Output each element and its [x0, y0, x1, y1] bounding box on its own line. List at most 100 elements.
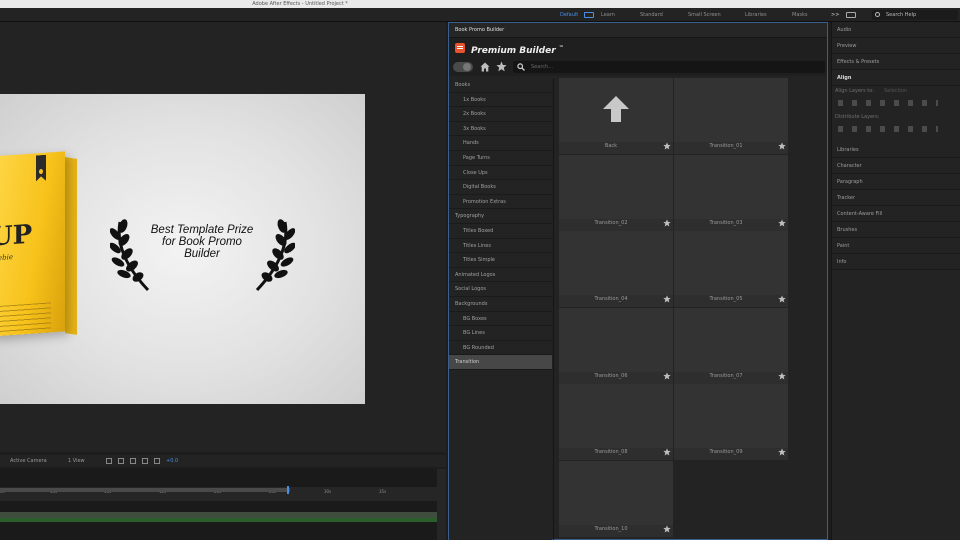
panel-item-character[interactable]: Character	[832, 158, 960, 174]
category-item[interactable]: Backgrounds	[449, 297, 552, 312]
favorite-star-icon[interactable]	[663, 142, 671, 150]
favorite-star-icon[interactable]	[778, 295, 786, 303]
align-layers-to-dropdown[interactable]: Selection	[884, 88, 907, 94]
preset-tile[interactable]: Transition_07	[674, 307, 788, 384]
panel-item-content-aware-fill[interactable]: Content-Aware Fill	[832, 206, 960, 222]
category-item[interactable]: Transition	[449, 355, 552, 370]
preset-tile[interactable]: Transition_10	[559, 460, 673, 537]
category-item[interactable]: 3x Books	[449, 122, 552, 137]
category-item[interactable]: BG Lines	[449, 326, 552, 341]
timeline-scrollbar[interactable]	[437, 469, 446, 540]
panel-layout-icon[interactable]	[846, 12, 856, 18]
category-item[interactable]: Titles Boxed	[449, 224, 552, 239]
panel-tab[interactable]: Book Promo Builder	[449, 23, 827, 38]
workspace-tab-default[interactable]: Default	[560, 8, 578, 22]
preset-tile[interactable]: Transition_01	[674, 78, 788, 154]
workspace-overflow-icon[interactable]: >>	[831, 8, 839, 22]
category-item[interactable]: BG Rounded	[449, 341, 552, 356]
favorite-star-icon[interactable]	[778, 448, 786, 456]
workspace-menu-icon[interactable]	[584, 12, 594, 18]
category-item[interactable]: Titles Lines	[449, 239, 552, 254]
preset-tile[interactable]: Transition_04	[559, 231, 673, 307]
panel-item-paragraph[interactable]: Paragraph	[832, 174, 960, 190]
window-title: Adobe After Effects - Untitled Project *	[252, 1, 348, 7]
flowchart-icon[interactable]	[142, 458, 148, 464]
panel-item-paint[interactable]: Paint	[832, 238, 960, 254]
category-item[interactable]: Animated Logos	[449, 268, 552, 283]
panel-item-effects-presets[interactable]: Effects & Presets	[832, 54, 960, 70]
align-buttons[interactable]	[838, 100, 938, 106]
search-field[interactable]	[513, 61, 825, 73]
category-item[interactable]: Digital Books	[449, 180, 552, 195]
composition-canvas[interactable]: UP ebie Best Template Prize for Book Pro…	[0, 94, 365, 404]
panel-item-preview[interactable]: Preview	[832, 38, 960, 54]
preset-tile[interactable]: Transition_08	[559, 384, 673, 460]
category-item[interactable]: Hands	[449, 136, 552, 151]
favorite-star-icon[interactable]	[663, 371, 671, 380]
favorite-star-icon[interactable]	[778, 142, 786, 150]
preset-tile[interactable]: Transition_02	[559, 154, 673, 231]
exposure-value[interactable]: +0.0	[166, 455, 178, 467]
work-area-bar[interactable]	[0, 488, 290, 492]
book-title: UP	[0, 219, 33, 253]
search-input[interactable]	[531, 61, 811, 73]
favorite-star-icon[interactable]	[663, 218, 671, 227]
panel-toolbar	[449, 58, 827, 76]
channel-icon[interactable]	[130, 458, 136, 464]
book-promo-builder-panel: Book Promo Builder Premium Builder ™ Boo…	[448, 22, 828, 540]
book-text-lines	[0, 302, 51, 337]
workspace-tab-masks[interactable]: Masks	[792, 8, 807, 22]
book-mockup: UP ebie	[0, 151, 65, 337]
favorite-star-icon[interactable]	[663, 448, 671, 456]
favorite-star-icon[interactable]	[663, 295, 671, 303]
layer-duration-bar[interactable]	[0, 518, 437, 522]
tile-thumbnail	[674, 154, 788, 219]
camera-dropdown[interactable]: Active Camera	[10, 455, 47, 467]
favorite-star-icon[interactable]	[778, 218, 786, 227]
workspace-tab-standard[interactable]: Standard	[640, 8, 663, 22]
grid-icon[interactable]	[106, 458, 112, 464]
category-item[interactable]: 1x Books	[449, 93, 552, 108]
category-item[interactable]: Promotion Extras	[449, 195, 552, 210]
panel-item-align[interactable]: Align	[832, 70, 960, 86]
playhead[interactable]	[287, 486, 289, 494]
book-subtitle: ebie	[0, 253, 14, 263]
preset-tile[interactable]: Transition_06	[559, 307, 673, 384]
workspace-tab-libraries[interactable]: Libraries	[745, 8, 767, 22]
category-item[interactable]: Typography	[449, 209, 552, 224]
category-item[interactable]: 2x Books	[449, 107, 552, 122]
favorites-star-icon[interactable]	[496, 61, 507, 72]
workspace-tab-small-screen[interactable]: Small Screen	[688, 8, 721, 22]
panel-item-brushes[interactable]: Brushes	[832, 222, 960, 238]
panel-divider	[553, 78, 554, 540]
preset-tile[interactable]: Transition_03	[674, 154, 788, 231]
back-tile[interactable]: Back	[559, 78, 673, 154]
tile-thumbnail	[559, 231, 673, 295]
category-item[interactable]: BG Boxes	[449, 312, 552, 327]
panel-item-info[interactable]: Info	[832, 254, 960, 270]
book-spine	[65, 157, 77, 335]
fast-preview-icon[interactable]	[154, 458, 160, 464]
panel-item-tracker[interactable]: Tracker	[832, 190, 960, 206]
tile-thumbnail	[674, 384, 788, 448]
view-layout-dropdown[interactable]: 1 View	[68, 455, 85, 467]
category-item[interactable]: Books	[449, 78, 552, 93]
tile-label: Transition_03	[709, 219, 743, 226]
panel-item-libraries[interactable]: Libraries	[832, 142, 960, 158]
distribute-buttons[interactable]	[838, 126, 938, 132]
category-item[interactable]: Social Logos	[449, 282, 552, 297]
workspace-tab-learn[interactable]: Learn	[601, 8, 615, 22]
snapshot-icon[interactable]	[118, 458, 124, 464]
home-icon[interactable]	[480, 62, 490, 72]
panel-item-audio[interactable]: Audio	[832, 22, 960, 38]
preset-tile[interactable]: Transition_09	[674, 384, 788, 460]
category-item[interactable]: Page Turns	[449, 151, 552, 166]
category-item[interactable]: Titles Simple	[449, 253, 552, 268]
search-help-field[interactable]: Search Help	[872, 10, 958, 20]
view-toggle[interactable]	[453, 62, 473, 72]
tile-thumbnail	[559, 384, 673, 448]
favorite-star-icon[interactable]	[778, 371, 786, 380]
category-item[interactable]: Close Ups	[449, 166, 552, 181]
favorite-star-icon[interactable]	[663, 524, 671, 533]
preset-tile[interactable]: Transition_05	[674, 231, 788, 307]
